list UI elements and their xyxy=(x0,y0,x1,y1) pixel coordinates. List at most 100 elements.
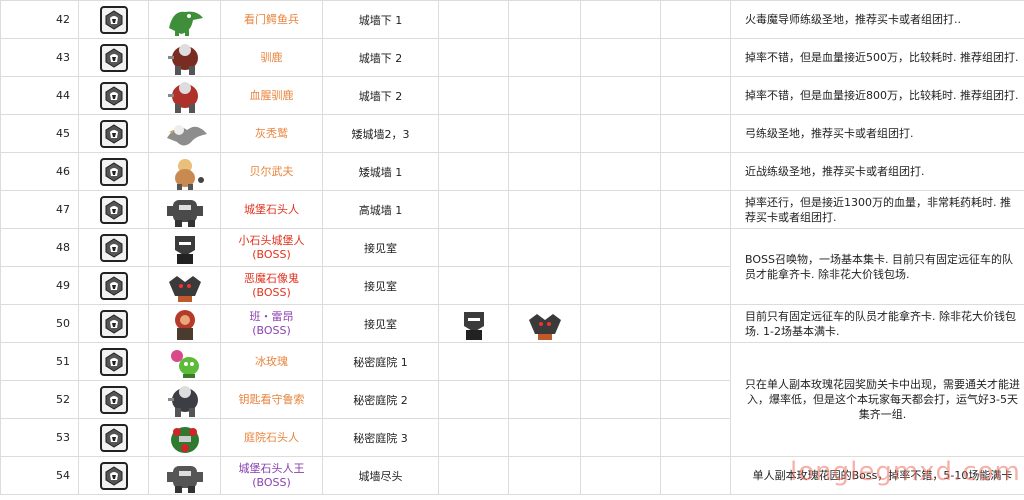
note: 掉率不错，但是血量接近500万，比较耗时. 推荐组团打. xyxy=(730,38,1024,77)
note: 火毒魔导师练级圣地，推荐买卡或者组团打.. xyxy=(730,0,1024,39)
monster-name: 冰玫瑰 xyxy=(220,342,323,381)
monster-icon xyxy=(148,152,221,191)
extra-cell xyxy=(508,114,581,153)
extra-cell xyxy=(508,342,581,381)
empty-cell xyxy=(660,38,731,77)
row-number: 52 xyxy=(0,380,79,419)
table-row: 48 小石头城堡人 (BOSS) 接见室 BOSS召唤物，一场基本集卡. 目前只有固定远… xyxy=(0,228,1024,305)
row-number: 54 xyxy=(0,456,79,495)
empty-cell xyxy=(660,152,731,191)
location: 高城墙 1 xyxy=(322,190,439,229)
location: 城墙下 1 xyxy=(322,0,439,39)
card-icon xyxy=(78,114,149,153)
table-row: 44 血腥驯鹿 城墙下 2 掉率不错，但是血量接近800万，比较耗时. 推荐组团打. xyxy=(0,76,1024,115)
card-icon xyxy=(78,228,149,267)
monster-icon xyxy=(148,342,221,381)
location: 接见室 xyxy=(322,266,439,305)
location: 接见室 xyxy=(322,304,439,343)
row-number: 53 xyxy=(0,418,79,457)
extra-cell xyxy=(438,38,509,77)
monster-name: 城堡石头人 xyxy=(220,190,323,229)
empty-cell xyxy=(580,418,661,457)
monster-name: 灰秃鹫 xyxy=(220,114,323,153)
monster-icon xyxy=(148,380,221,419)
extra-cell xyxy=(508,228,581,267)
row-number: 50 xyxy=(0,304,79,343)
monster-icon xyxy=(148,304,221,343)
row-number: 44 xyxy=(0,76,79,115)
note: 单人副本玫瑰花园的Boss，掉率不错，5-10场能满卡 xyxy=(730,456,1024,495)
extra-cell xyxy=(438,380,509,419)
empty-cell xyxy=(580,152,661,191)
row-number: 43 xyxy=(0,38,79,77)
table-row: 54 城堡石头人王 (BOSS) 城墙尽头 单人副本玫瑰花园的Boss，掉率不错，5-1… xyxy=(0,456,1024,495)
monster-icon xyxy=(148,228,221,267)
location: 矮城墙2，3 xyxy=(322,114,439,153)
extra-cell xyxy=(438,114,509,153)
location: 城墙下 2 xyxy=(322,76,439,115)
row-number: 49 xyxy=(0,266,79,305)
monster-icon xyxy=(148,0,221,39)
row-number: 45 xyxy=(0,114,79,153)
table-row: 46 贝尔武夫 矮城墙 1 近战练级圣地，推荐买卡或者组团打. xyxy=(0,152,1024,191)
extra-cell xyxy=(508,38,581,77)
monster-name: 恶魔石像鬼 (BOSS) xyxy=(220,266,323,305)
monster-name: 班・雷昂 (BOSS) xyxy=(220,304,323,343)
monster-icon xyxy=(148,76,221,115)
card-icon xyxy=(78,0,149,39)
monster-name: 血腥驯鹿 xyxy=(220,76,323,115)
table-row: 43 驯鹿 城墙下 2 掉率不错，但是血量接近500万，比较耗时. 推荐组团打. xyxy=(0,38,1024,77)
card-icon xyxy=(78,456,149,495)
empty-cell xyxy=(660,266,731,305)
table-row: 47 城堡石头人 高城墙 1 掉率还行，但是接近1300万的血量，非常耗药耗时. 推荐… xyxy=(0,190,1024,229)
empty-cell xyxy=(580,76,661,115)
monster-name: 贝尔武夫 xyxy=(220,152,323,191)
monster-icon xyxy=(148,38,221,77)
empty-cell xyxy=(660,228,731,267)
empty-cell xyxy=(580,304,661,343)
table-row: 51 冰玫瑰 秘密庭院 1 只在单人副本玫瑰花园奖励关卡中出现，需要通关才能进入，爆率… xyxy=(0,342,1024,457)
row-number: 47 xyxy=(0,190,79,229)
empty-cell xyxy=(580,190,661,229)
empty-cell xyxy=(580,456,661,495)
extra-monster-icon xyxy=(438,304,509,343)
monster-card-table: 42 看门鳄鱼兵 城墙下 1 火毒魔导师练级圣地，推荐买卡或者组团打.. 43 驯鹿 城墙下… xyxy=(0,0,1024,495)
note: 只在单人副本玫瑰花园奖励关卡中出现，需要通关才能进入，爆率低，但是这个本玩家每天… xyxy=(730,342,1024,457)
location: 秘密庭院 3 xyxy=(322,418,439,457)
monster-name: 钥匙看守鲁索 xyxy=(220,380,323,419)
location: 秘密庭院 1 xyxy=(322,342,439,381)
empty-cell xyxy=(660,380,731,419)
table-row: 42 看门鳄鱼兵 城墙下 1 火毒魔导师练级圣地，推荐买卡或者组团打.. xyxy=(0,0,1024,39)
extra-cell xyxy=(438,342,509,381)
empty-cell xyxy=(580,38,661,77)
location: 矮城墙 1 xyxy=(322,152,439,191)
card-icon xyxy=(78,76,149,115)
extra-cell xyxy=(508,152,581,191)
empty-cell xyxy=(580,114,661,153)
extra-cell xyxy=(508,418,581,457)
empty-cell xyxy=(660,342,731,381)
monster-icon xyxy=(148,114,221,153)
card-icon xyxy=(78,304,149,343)
extra-cell xyxy=(438,0,509,39)
monster-name: 驯鹿 xyxy=(220,38,323,77)
empty-cell xyxy=(580,380,661,419)
empty-cell xyxy=(660,114,731,153)
row-number: 42 xyxy=(0,0,79,39)
empty-cell xyxy=(660,456,731,495)
empty-cell xyxy=(660,76,731,115)
extra-cell xyxy=(508,266,581,305)
note: 近战练级圣地，推荐买卡或者组团打. xyxy=(730,152,1024,191)
extra-cell xyxy=(438,266,509,305)
card-icon xyxy=(78,380,149,419)
card-icon xyxy=(78,342,149,381)
monster-name: 看门鳄鱼兵 xyxy=(220,0,323,39)
extra-cell xyxy=(438,152,509,191)
monster-name: 小石头城堡人 (BOSS) xyxy=(220,228,323,267)
card-icon xyxy=(78,266,149,305)
extra-cell xyxy=(438,456,509,495)
extra-cell xyxy=(438,76,509,115)
card-icon xyxy=(78,152,149,191)
extra-cell xyxy=(508,0,581,39)
table-row: 45 灰秃鹫 矮城墙2，3 弓练级圣地，推荐买卡或者组团打. xyxy=(0,114,1024,153)
